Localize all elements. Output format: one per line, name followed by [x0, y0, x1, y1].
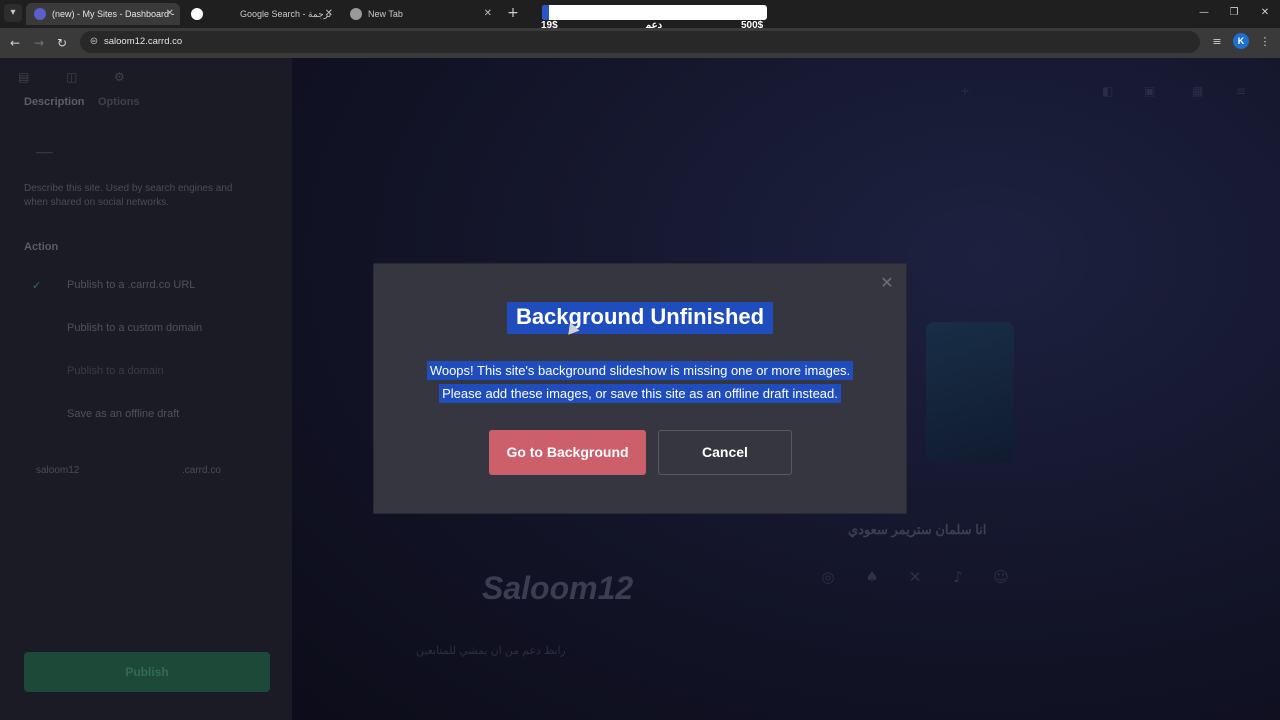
discord-icon[interactable]: ☺ — [990, 568, 1012, 588]
panel-settings-icon[interactable]: ⚙ — [114, 70, 130, 84]
donation-progress-fill — [542, 5, 549, 20]
tab-description[interactable]: Description — [24, 96, 85, 108]
x-icon[interactable]: ✕ — [904, 568, 926, 588]
instagram-icon[interactable]: ◎ — [817, 568, 839, 588]
description-help-line1: Describe this site. Used by search engin… — [24, 183, 233, 194]
site-settings-panel: ▤ ◫ ⚙ Description Options ___ Describe t… — [0, 58, 292, 720]
close-window-icon[interactable]: ✕ — [1257, 5, 1273, 21]
google-favicon-icon — [191, 8, 203, 20]
dialog-message: Woops! This site's background slideshow … — [374, 359, 906, 405]
site-subtitle: انا سلمان ستريمر سعودي — [848, 522, 987, 537]
action-heading: Action — [24, 241, 59, 253]
tiktok-icon[interactable]: ♪ — [947, 568, 969, 588]
dialog-title: Background Unfinished — [506, 302, 774, 334]
option-offline-draft[interactable]: Save as an offline draft — [67, 408, 179, 420]
donation-progress-bar — [542, 5, 767, 20]
tab-search-menu-icon[interactable]: ▾ — [4, 4, 22, 22]
dialog-message-line1: Woops! This site's background slideshow … — [426, 361, 854, 380]
reload-icon[interactable]: ↻ — [53, 34, 71, 52]
profile-avatar[interactable]: K — [1233, 33, 1249, 49]
tab-new-tab[interactable]: New Tab ✕ — [342, 3, 498, 25]
dialog-title-wrap: Background Unfinished — [374, 302, 906, 334]
panel-chat-icon[interactable]: ◫ — [66, 70, 82, 84]
background-unfinished-dialog: ✕ Background Unfinished Woops! This site… — [373, 263, 907, 514]
go-to-background-button[interactable]: Go to Background — [489, 430, 646, 475]
option-publish-custom-domain[interactable]: Publish to a custom domain — [67, 322, 202, 334]
site-title-logo: Saloom12 — [482, 570, 634, 606]
back-icon[interactable]: ← — [6, 34, 24, 52]
option-publish-domain[interactable]: Publish to a domain — [67, 365, 164, 377]
style-icon[interactable]: ◧ — [1102, 84, 1116, 98]
tab-title: (new) - My Sites - Dashboard - — [52, 9, 175, 19]
tab-my-sites-dashboard[interactable]: (new) - My Sites - Dashboard - ✕ — [26, 3, 180, 25]
browser-tab-bar: ▾ (new) - My Sites - Dashboard - ✕ Googl… — [0, 0, 1280, 31]
description-field[interactable]: ___ — [36, 142, 53, 156]
cancel-button[interactable]: Cancel — [658, 430, 792, 475]
close-tab-icon[interactable]: ✕ — [325, 3, 333, 25]
tab-title: New Tab — [368, 9, 403, 19]
tab-options[interactable]: Options — [98, 96, 140, 108]
close-dialog-icon[interactable]: ✕ — [878, 274, 896, 292]
checkmark-icon: ✓ — [32, 279, 42, 292]
tab-google-search[interactable]: Google Search - ترجمة ✕ — [183, 3, 339, 25]
forward-icon[interactable]: → — [30, 34, 48, 52]
dialog-message-line2: Please add these images, or save this si… — [439, 384, 841, 403]
menu-icon[interactable]: ≡ — [1236, 84, 1250, 98]
description-help-line2: when shared on social networks. — [24, 197, 170, 208]
panel-doc-icon[interactable]: ▤ — [18, 70, 34, 84]
site-description: رابط دعم من ان يمشي للمتابعين — [416, 645, 566, 657]
browser-toolbar: ← → ↻ ⊜ saloom12.carrd.co ≡ ⋮ — [0, 28, 1280, 58]
menu-kebab-icon[interactable]: ⋮ — [1256, 33, 1274, 51]
publish-button[interactable]: Publish — [24, 652, 270, 692]
option-publish-carrd-url[interactable]: Publish to a .carrd.co URL — [67, 279, 195, 291]
snapchat-icon[interactable]: ♠ — [861, 568, 883, 588]
add-icon[interactable]: + — [960, 84, 974, 98]
url-text[interactable]: saloom12.carrd.co — [104, 31, 182, 53]
image-icon[interactable]: ▦ — [1192, 84, 1206, 98]
save-icon[interactable]: ▣ — [1144, 84, 1158, 98]
reading-list-icon[interactable]: ≡ — [1208, 33, 1226, 51]
profile-image — [926, 322, 1014, 462]
subdomain-suffix: .carrd.co — [182, 465, 221, 476]
site-info-icon[interactable]: ⊜ — [87, 35, 101, 49]
minimize-icon[interactable]: — — [1196, 5, 1212, 21]
close-tab-icon[interactable]: ✕ — [166, 3, 174, 25]
address-bar[interactable]: ⊜ saloom12.carrd.co — [80, 31, 1200, 53]
close-tab-icon[interactable]: ✕ — [484, 3, 492, 25]
chrome-favicon-icon — [350, 8, 362, 20]
tab-title: Google Search - ترجمة — [240, 9, 332, 19]
new-tab-plus-icon[interactable]: + — [505, 3, 521, 23]
restore-icon[interactable]: ❐ — [1226, 5, 1242, 21]
subdomain-input[interactable]: saloom12 — [36, 464, 79, 478]
carrd-favicon-icon — [34, 8, 46, 20]
